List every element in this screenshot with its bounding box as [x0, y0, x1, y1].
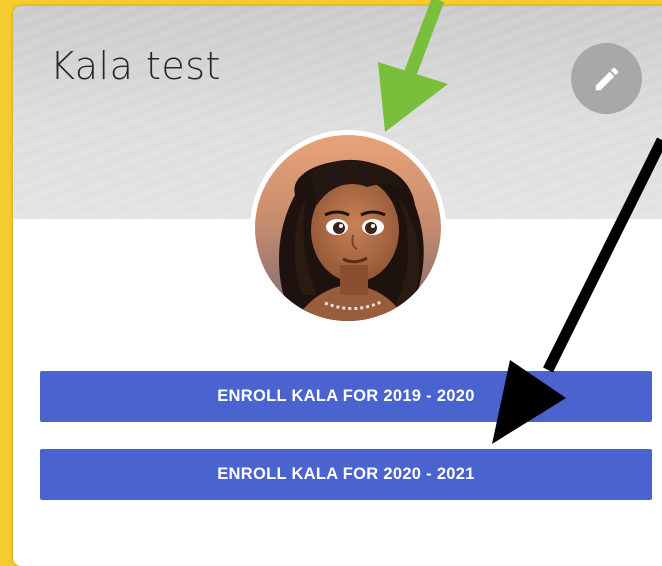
avatar-frame: [250, 130, 446, 326]
student-card: Kala test ENROLL KALA FOR 2019 - 2020 EN…: [13, 6, 662, 566]
edit-button[interactable]: [571, 43, 642, 114]
profile-name: Kala test: [50, 44, 221, 88]
enroll-2020-2021-button[interactable]: ENROLL KALA FOR 2020 - 2021: [40, 449, 652, 500]
avatar[interactable]: [255, 135, 441, 321]
avatar-image: [255, 135, 441, 321]
pencil-icon: [595, 67, 618, 90]
enroll-2019-2020-button[interactable]: ENROLL KALA FOR 2019 - 2020: [40, 371, 652, 422]
